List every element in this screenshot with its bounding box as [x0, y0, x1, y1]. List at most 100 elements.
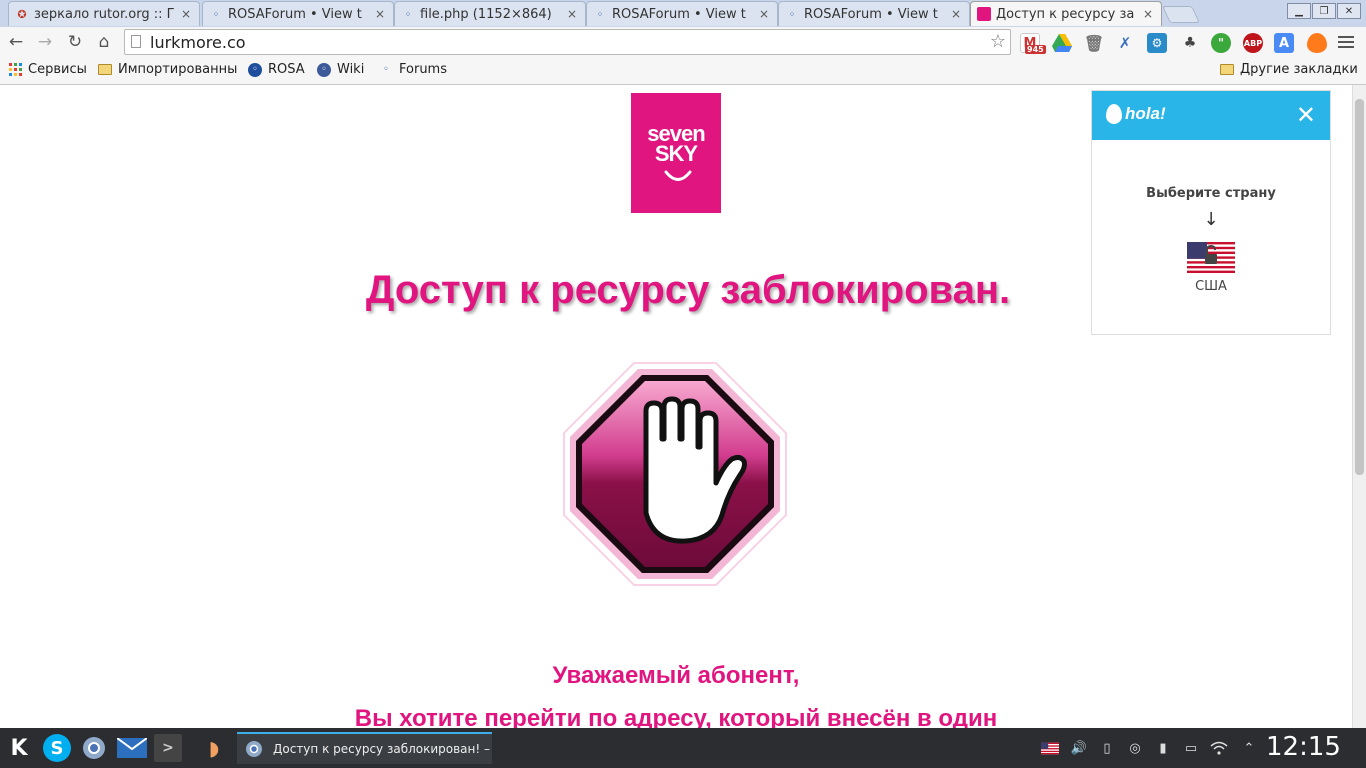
scrollbar-thumb[interactable]	[1355, 99, 1364, 475]
user-block-icon[interactable]: ✗	[1115, 33, 1135, 53]
battery-icon[interactable]: ▮	[1154, 739, 1172, 757]
rosa-icon: ◦	[383, 64, 389, 75]
sevensky-icon	[977, 7, 991, 21]
smile-icon	[664, 170, 692, 181]
sevensky-logo: seven SKY	[631, 93, 721, 213]
address-bar[interactable]: lurkmore.co ☆	[124, 29, 1011, 55]
new-tab-button[interactable]	[1162, 6, 1200, 23]
folder-icon	[1220, 63, 1234, 77]
bookmark-label: Forums	[399, 62, 447, 77]
reload-icon[interactable]: ↻	[64, 31, 86, 53]
close-icon[interactable]: ×	[373, 7, 387, 21]
bookmark-forums[interactable]: ◦ Forums	[379, 62, 447, 77]
rosa-icon: ◦	[788, 7, 796, 21]
notes-icon[interactable]: ▯	[1098, 739, 1116, 757]
tab-title: ROSAForum • View t	[228, 6, 362, 22]
bookmark-label: Сервисы	[28, 62, 87, 77]
tab-blocked-active[interactable]: Доступ к ресурсу за ×	[970, 1, 1162, 26]
tab-title: Доступ к ресурсу за	[996, 6, 1135, 22]
chromium-icon	[246, 741, 262, 757]
clock[interactable]: 12:15	[1266, 732, 1341, 762]
google-drive-icon[interactable]	[1052, 33, 1072, 53]
stop-hand-icon	[563, 362, 787, 586]
chevron-up-icon[interactable]: ⌃	[1240, 739, 1258, 757]
volume-icon[interactable]: 🔊	[1070, 739, 1088, 757]
bookmark-label: Другие закладки	[1240, 62, 1358, 77]
bookmark-wiki[interactable]: ◦ Wiki	[317, 62, 364, 77]
task-chromium-window[interactable]: Доступ к ресурсу заблокирован! – Chromiu…	[237, 732, 492, 764]
dolphin-icon[interactable]: ◗	[200, 734, 228, 762]
vertical-scrollbar[interactable]	[1352, 85, 1366, 728]
hola-header: hola! ✕	[1092, 91, 1330, 140]
wiki-icon: ◦	[317, 62, 331, 77]
wifi-icon[interactable]	[1210, 739, 1228, 757]
tab-title: ROSAForum • View t	[612, 6, 746, 22]
url-text[interactable]: lurkmore.co	[150, 33, 246, 52]
folder-icon	[98, 63, 112, 77]
maximize-button[interactable]: ❐	[1312, 3, 1336, 19]
tab-rosaforum-3[interactable]: ◦ ROSAForum • View t ×	[778, 1, 970, 26]
bookmark-label: ROSA	[268, 62, 305, 77]
rosa-icon: ◦	[404, 7, 412, 21]
hangouts-icon[interactable]: "	[1211, 33, 1231, 53]
taskbar: K S > ◗ Доступ к ресурсу заблокирован! –…	[0, 728, 1366, 768]
bookmarks-bar: Сервисы Импортированные ◦ ROSA ◦ Wiki ◦ …	[0, 58, 1366, 85]
bookmark-imported[interactable]: Импортированные	[98, 62, 238, 77]
chromium-icon[interactable]	[80, 734, 108, 762]
tab-rosaforum-1[interactable]: ◦ ROSAForum • View t ×	[202, 1, 394, 26]
clipboard-icon[interactable]: ▭	[1182, 739, 1200, 757]
hola-extension-icon[interactable]	[1307, 33, 1327, 53]
country-label[interactable]: США	[1092, 279, 1330, 294]
kde-menu-icon[interactable]: K	[5, 734, 33, 762]
bookmark-rosa[interactable]: ◦ ROSA	[248, 62, 305, 77]
us-flag-icon[interactable]	[1187, 242, 1235, 273]
menu-icon[interactable]	[1338, 34, 1354, 50]
tab-title: file.php (1152×864)	[420, 6, 552, 22]
tab-title: ROSAForum • View t	[804, 6, 938, 22]
page-icon	[131, 35, 141, 48]
close-icon[interactable]: ×	[757, 7, 771, 21]
hola-logo: hola!	[1106, 104, 1166, 124]
task-title: Доступ к ресурсу заблокирован! – Chromiu…	[273, 742, 492, 756]
logo-text: SKY	[654, 141, 698, 166]
mask-icon[interactable]: ♣	[1180, 33, 1200, 53]
back-icon[interactable]: ←	[5, 31, 27, 53]
message-text: Вы хотите перейти по адресу, который вне…	[354, 705, 998, 728]
close-icon[interactable]: ✕	[1296, 101, 1316, 129]
terminal-icon[interactable]: >	[154, 734, 182, 762]
hola-flame-icon	[1106, 104, 1122, 124]
tab-file-php[interactable]: ◦ file.php (1152×864) ×	[394, 1, 586, 26]
tab-strip: ✪ зеркало rutor.org :: Г × ◦ ROSAForum •…	[0, 0, 1366, 27]
rosa-icon: ◦	[212, 7, 220, 21]
trash-icon[interactable]: 🗑	[1084, 33, 1104, 53]
country-prompt: Выберите страну	[1146, 186, 1276, 201]
close-icon[interactable]: ×	[179, 7, 193, 21]
close-icon[interactable]: ×	[565, 7, 579, 21]
gmail-badge: 945	[1025, 45, 1046, 54]
soviet-star-icon: ✪	[17, 7, 27, 21]
translate-icon[interactable]: A	[1274, 33, 1294, 53]
home-icon[interactable]: ⌂	[93, 31, 115, 53]
close-icon[interactable]: ×	[949, 7, 963, 21]
tab-title: зеркало rutor.org :: Г	[34, 6, 175, 22]
us-flag-icon[interactable]	[1041, 739, 1059, 757]
star-icon[interactable]: ☆	[990, 31, 1006, 52]
tab-rosaforum-2[interactable]: ◦ ROSAForum • View t ×	[586, 1, 778, 26]
mail-icon[interactable]	[116, 734, 148, 762]
bookmark-services[interactable]: Сервисы	[8, 62, 87, 77]
bookmark-other[interactable]: Другие закладки	[1220, 62, 1358, 77]
minimize-button[interactable]: ▁	[1287, 3, 1311, 19]
forward-icon[interactable]: →	[34, 31, 56, 53]
close-window-button[interactable]: ✕	[1337, 3, 1361, 19]
hola-brand: hola!	[1125, 104, 1166, 123]
skype-icon[interactable]: S	[43, 734, 71, 762]
rosa-icon: ◦	[596, 7, 604, 21]
rosa-icon: ◦	[248, 62, 262, 77]
gear-icon[interactable]: ⚙	[1147, 33, 1167, 53]
network-manager-icon[interactable]: ◎	[1126, 739, 1144, 757]
bookmark-label: Wiki	[337, 62, 365, 77]
apps-grid-icon	[8, 63, 22, 77]
tab-rutor[interactable]: ✪ зеркало rutor.org :: Г ×	[8, 1, 200, 26]
adblock-icon[interactable]: ABP	[1243, 33, 1263, 53]
close-icon[interactable]: ×	[1141, 7, 1155, 21]
